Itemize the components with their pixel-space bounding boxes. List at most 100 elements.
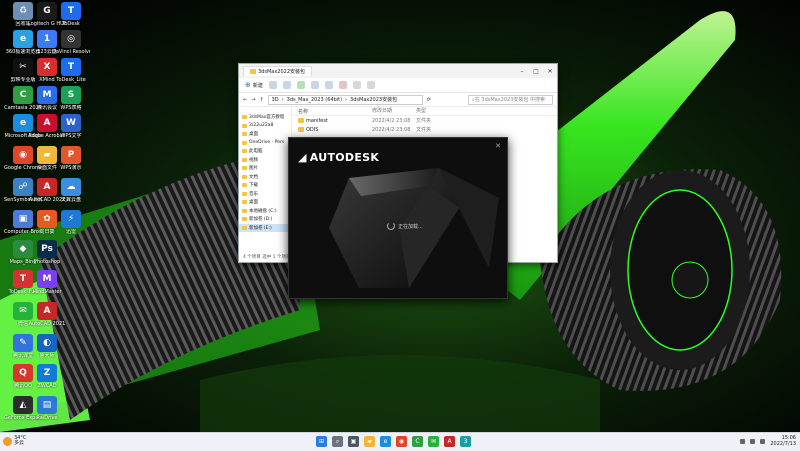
desktop-icon-label: 天翼云盘 <box>60 197 81 203</box>
file-row[interactable]: ODIS 2022/4/2 23:08 文件夹 <box>292 125 557 134</box>
desktop-icon-xunlei[interactable]: ⚡ 迅雷 <box>52 210 90 235</box>
zwcad-icon: Z <box>37 364 57 382</box>
explorer-toolbar: ⊕ 新建 <box>239 78 557 93</box>
ludashi-icon: ◐ <box>37 334 57 352</box>
desktop-icon-label: DaVinci Resolve <box>52 49 90 55</box>
breadcrumb-1[interactable]: 3ds_Max_2023 (64bit) <box>287 97 342 103</box>
nav-item[interactable]: 文档 <box>239 173 291 182</box>
tianyi-cloud-icon: ☁ <box>61 178 81 196</box>
minimize-button[interactable]: – <box>515 68 529 75</box>
desktop-icon-wps-slides[interactable]: P WPS演示 <box>52 146 90 171</box>
column-date[interactable]: 修改日期 <box>372 107 416 115</box>
sort-icon[interactable] <box>352 81 361 89</box>
folder-icon <box>298 118 304 123</box>
camtasia-icon[interactable]: C <box>412 436 423 447</box>
explorer-titlebar[interactable]: 3dsMax2022安装包 – □ ✕ <box>239 64 557 78</box>
desktop-icon-wps-sheet[interactable]: S WPS表格 <box>52 86 90 111</box>
chevron-up-icon[interactable] <box>740 438 746 444</box>
sun-icon <box>3 436 12 446</box>
explorer-tab[interactable]: 3dsMax2022安装包 <box>243 66 313 76</box>
splash-close-icon[interactable]: ✕ <box>495 142 501 150</box>
desktop-icon-davinci[interactable]: ◎ DaVinci Resolve <box>52 30 90 55</box>
breadcrumb-2[interactable]: 3dsMax2023安装包 <box>350 96 397 103</box>
raidrive-icon: ▤ <box>37 396 57 414</box>
wps-sheet-icon: S <box>61 86 81 104</box>
nav-item-label: 桌面 <box>249 200 258 206</box>
desktop-icon-raidrive[interactable]: ▤ RaiDrive <box>28 396 66 421</box>
taskbar-apps: ⊞ ⌕ ▣ ▰ e ◉ C ✉ A 3 <box>316 436 471 447</box>
start-button[interactable]: ⊞ <box>316 436 327 447</box>
volume-icon[interactable] <box>760 438 766 444</box>
refresh-icon[interactable]: ⟳ <box>427 97 431 103</box>
loading-indicator: 正在加载... <box>387 222 423 230</box>
folder-icon <box>242 132 247 137</box>
back-arrow-icon[interactable]: ← <box>243 97 247 103</box>
folder-icon <box>242 123 247 128</box>
nav-item[interactable]: 3/22u22a8 <box>239 122 291 131</box>
desktop-icon-photoshop[interactable]: Ps Photoshop <box>28 240 66 265</box>
folder-icon <box>242 200 247 205</box>
desktop-icon-todesk[interactable]: T ToDesk <box>52 2 90 27</box>
cut-icon[interactable] <box>268 81 277 89</box>
nav-item[interactable]: 音乐 <box>239 190 291 199</box>
column-name[interactable]: 名称 <box>298 107 372 115</box>
autodesk-logo-icon: ◢ <box>298 151 307 164</box>
view-icon[interactable] <box>366 81 375 89</box>
clock[interactable]: 15:06 2022/7/13 <box>770 435 796 447</box>
task-view-icon[interactable]: ▣ <box>348 436 359 447</box>
file-explorer-icon[interactable]: ▰ <box>364 436 375 447</box>
delete-icon[interactable] <box>338 81 347 89</box>
share-icon[interactable] <box>324 81 333 89</box>
nav-item[interactable]: 视频 <box>239 156 291 165</box>
desktop-icon-mindmaster[interactable]: M MindMaster <box>28 270 66 295</box>
desktop-icon-label: ZWCAD <box>37 383 57 389</box>
desktop-icon-zwcad[interactable]: Z ZWCAD <box>28 364 66 389</box>
nav-item-label: 新加卷 (D:) <box>249 217 273 223</box>
desktop-icon-ludashi[interactable]: ◐ 鲁大师 <box>28 334 66 359</box>
wechat-icon[interactable]: ✉ <box>428 436 439 447</box>
maximize-button[interactable]: □ <box>529 68 543 75</box>
nav-item[interactable]: 本地磁盘 (C:) <box>239 207 291 216</box>
nav-item-label: 新加卷 (E:) <box>249 225 272 231</box>
close-button[interactable]: ✕ <box>543 68 557 75</box>
desktop-icon-label: WPS演示 <box>60 165 82 171</box>
search-icon[interactable]: ⌕ <box>332 436 343 447</box>
chrome-icon[interactable]: ◉ <box>396 436 407 447</box>
forward-arrow-icon[interactable]: → <box>251 97 255 103</box>
desktop-icon-autocad-2021[interactable]: A AutoCAD 2021 <box>28 302 66 327</box>
file-date: 2022/4/2 23:08 <box>372 126 411 133</box>
3dsmax-icon[interactable]: 3 <box>460 436 471 447</box>
edge-icon[interactable]: e <box>380 436 391 447</box>
nav-item[interactable]: 图片 <box>239 164 291 173</box>
nav-item[interactable]: 桌面 <box>239 130 291 139</box>
desktop-icon-tianyi-cloud[interactable]: ☁ 天翼云盘 <box>52 178 90 203</box>
network-icon[interactable] <box>750 438 756 444</box>
file-date: 2022/4/2 23:08 <box>372 117 411 124</box>
nav-item-label: 图片 <box>249 166 258 172</box>
nav-item[interactable]: 3dsMax官方教程 <box>239 113 291 122</box>
up-arrow-icon[interactable]: ↑ <box>259 97 263 103</box>
folder-icon <box>242 191 247 196</box>
nav-item[interactable]: 下载 <box>239 181 291 190</box>
column-type[interactable]: 类型 <box>416 107 446 115</box>
weather-widget[interactable]: 34°C 多云 <box>3 436 26 446</box>
desktop-icon-todesk-lite[interactable]: T ToDesk_Lite <box>52 58 90 83</box>
nav-item[interactable]: 此电脑 <box>239 147 291 156</box>
rename-icon[interactable] <box>310 81 319 89</box>
breadcrumb-0[interactable]: 3D <box>272 97 279 103</box>
file-row[interactable]: manifest 2022/4/2 23:08 文件夹 <box>292 116 557 125</box>
taskbar: 34°C 多云 ⊞ ⌕ ▣ ▰ e ◉ C ✉ A 3 15:06 2022/7… <box>0 432 800 451</box>
address-bar[interactable]: 3D › 3ds_Max_2023 (64bit) › 3dsMax2023安装包 <box>267 94 423 105</box>
nav-item[interactable]: OneDrive - Pers <box>239 139 291 148</box>
autocad-icon[interactable]: A <box>444 436 455 447</box>
nav-item[interactable]: 桌面 <box>239 198 291 207</box>
folder-icon <box>242 157 247 162</box>
copy-icon[interactable] <box>282 81 291 89</box>
search-box[interactable]: ⌕ 在 3dsMax2023安装包 中搜索 <box>468 94 553 105</box>
nav-item[interactable]: 新加卷 (E:) <box>239 223 291 232</box>
nav-item-label: 音乐 <box>249 191 258 197</box>
desktop-icon-wps-writer[interactable]: W WPS文字 <box>52 114 90 139</box>
paste-icon[interactable] <box>296 81 305 89</box>
nav-item[interactable]: 新加卷 (D:) <box>239 215 291 224</box>
new-button[interactable]: ⊕ 新建 <box>245 81 263 89</box>
